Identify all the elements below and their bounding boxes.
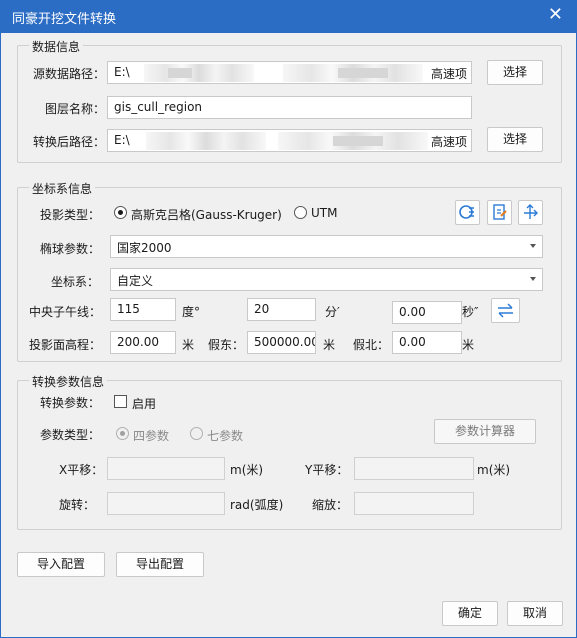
close-icon[interactable]: ✕ [548,5,563,25]
target-path-field[interactable]: E:\ 高速项 [107,129,472,152]
document-edit-icon[interactable] [487,200,512,225]
enable-params-text[interactable]: 启用 [132,395,156,412]
radio-four-params[interactable] [116,427,129,440]
second-unit: 秒″ [462,305,479,319]
import-config-button[interactable]: 导入配置 [17,552,105,577]
radio-utm-label[interactable]: UTM [311,206,337,220]
x-shift-input[interactable] [107,457,225,480]
title-bar: 同豪开挖文件转换 ✕ [0,0,577,33]
enable-params-label: 转换参数： [40,396,101,410]
meter-unit: 米 [182,338,195,352]
crs-value: 自定义 [117,274,154,288]
transform-info-group-title: 转换参数信息 [29,373,108,390]
redacted-region [144,64,254,82]
false-north-label: 假北： [353,338,390,352]
degree-unit: 度° [182,305,201,319]
false-east-input[interactable]: 500000.00 [247,331,316,354]
proj-elev-label: 投影面高程： [29,338,102,352]
target-path-suffix: 高速项 [430,133,467,150]
redacted-region [333,136,383,146]
ok-button[interactable]: 确定 [442,601,498,626]
select-target-button[interactable]: 选择 [487,127,543,152]
degree-input[interactable]: 115 [110,298,176,321]
redacted-region [168,68,192,78]
radio-utm[interactable] [294,206,307,219]
radio-gauss-kruger-label[interactable]: 高斯克吕格(Gauss-Kruger) [131,206,282,223]
minute-unit: 分′ [325,305,340,319]
radio-seven-params-label[interactable]: 七参数 [207,427,243,444]
data-info-group-title: 数据信息 [29,38,84,55]
source-path-field[interactable]: E:\ 高速项 [107,61,472,84]
scale-input[interactable] [354,492,474,515]
cancel-button[interactable]: 取消 [507,601,563,626]
window-title: 同豪开挖文件转换 [12,12,117,27]
radio-four-params-label[interactable]: 四参数 [133,427,169,444]
source-path-suffix: 高速项 [430,65,467,82]
x-shift-label: X平移： [59,463,104,477]
radio-seven-params[interactable] [190,427,203,440]
rotation-label: 旋转： [59,498,96,512]
crs-label: 坐标系： [51,275,100,289]
target-path-label: 转换后路径： [33,135,106,149]
layer-name-input[interactable]: gis_cull_region [107,96,472,119]
redacted-region [146,132,266,150]
axis-swap-icon[interactable] [518,200,543,225]
scale-label: 缩放： [312,498,349,512]
swap-arrows-icon[interactable] [491,298,520,323]
select-source-button[interactable]: 选择 [487,60,543,85]
proj-elev-input[interactable]: 200.00 [110,331,176,354]
x-shift-unit: m(米) [230,463,264,477]
minute-input[interactable]: 20 [247,298,316,321]
coord-info-group-title: 坐标系信息 [29,180,96,197]
rotation-input[interactable] [107,492,225,515]
y-shift-label: Y平移： [305,463,349,477]
false-east-label: 假东： [208,338,245,352]
radio-gauss-kruger[interactable] [114,206,127,219]
y-shift-input[interactable] [354,457,474,480]
source-path-prefix: E:\ [114,65,130,79]
coordinate-tool-icon[interactable] [455,200,480,225]
redacted-region [338,68,388,78]
ellipsoid-label: 椭球参数： [40,242,101,256]
param-type-label: 参数类型： [40,428,101,442]
rotation-unit: rad(弧度) [230,498,284,512]
param-calculator-button[interactable]: 参数计算器 [434,419,536,444]
target-path-prefix: E:\ [114,133,130,147]
enable-params-checkbox[interactable] [114,395,127,408]
proj-type-label: 投影类型： [40,208,101,222]
second-input[interactable]: 0.00 [392,301,462,324]
chevron-down-icon [530,277,536,281]
crs-select[interactable]: 自定义 [110,268,543,291]
meter-unit: 米 [323,338,336,352]
source-path-label: 源数据路径： [33,67,106,81]
meter-unit: 米 [462,338,475,352]
ellipsoid-value: 国家2000 [117,241,172,255]
ellipsoid-select[interactable]: 国家2000 [110,235,543,258]
false-north-input[interactable]: 0.00 [392,331,462,354]
export-config-button[interactable]: 导出配置 [116,552,204,577]
y-shift-unit: m(米) [477,463,511,477]
central-meridian-label: 中央子午线： [29,305,102,319]
layer-name-label: 图层名称： [45,102,106,116]
chevron-down-icon [530,244,536,248]
